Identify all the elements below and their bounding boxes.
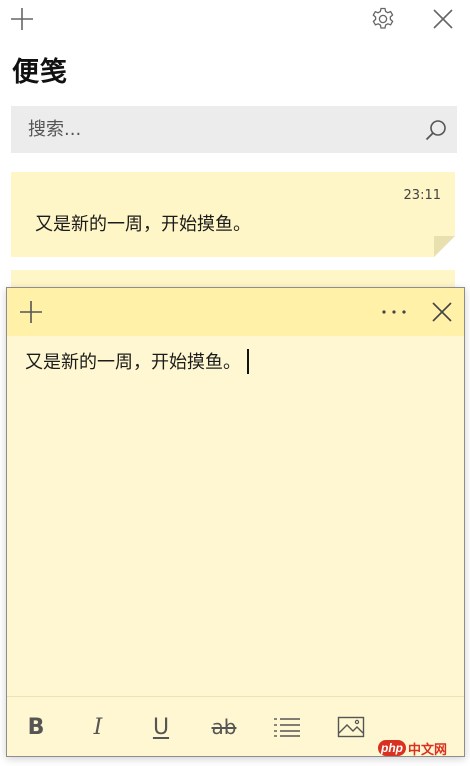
underline-button[interactable]: U bbox=[143, 709, 179, 745]
note-preview-text: 又是新的一周，开始摸鱼。 bbox=[35, 214, 251, 235]
gear-icon bbox=[372, 7, 394, 29]
close-icon bbox=[432, 302, 452, 322]
note-editor-window: 又是新的一周，开始摸鱼。 B I U ab bbox=[6, 287, 465, 757]
more-horizontal-icon bbox=[382, 310, 406, 314]
bullet-list-button[interactable] bbox=[269, 709, 305, 745]
plus-icon bbox=[11, 8, 33, 30]
search-button[interactable] bbox=[419, 113, 453, 147]
new-note-button[interactable] bbox=[6, 3, 38, 35]
note-menu-button[interactable] bbox=[377, 296, 411, 328]
watermark-site-text: 中文网 bbox=[408, 742, 448, 758]
note-new-button[interactable] bbox=[15, 296, 47, 328]
italic-button[interactable]: I bbox=[80, 709, 116, 745]
note-close-button[interactable] bbox=[425, 296, 459, 328]
strikethrough-button[interactable]: ab bbox=[206, 709, 242, 745]
settings-button[interactable] bbox=[366, 3, 400, 35]
bullet-list-icon bbox=[274, 718, 300, 737]
note-title-bar bbox=[7, 288, 464, 336]
watermark-logo: php bbox=[378, 740, 406, 756]
close-list-button[interactable] bbox=[426, 3, 460, 35]
image-icon bbox=[337, 716, 365, 738]
note-content-text: 又是新的一周，开始摸鱼。 bbox=[25, 352, 241, 373]
app-title: 便笺 bbox=[12, 57, 68, 88]
text-caret bbox=[247, 348, 249, 374]
search-input[interactable] bbox=[11, 106, 411, 153]
watermark: php 中文网 bbox=[378, 735, 466, 761]
bold-button[interactable]: B bbox=[18, 709, 54, 745]
insert-image-button[interactable] bbox=[333, 709, 369, 745]
close-icon bbox=[433, 9, 453, 29]
note-text-area[interactable]: 又是新的一周，开始摸鱼。 bbox=[25, 348, 445, 376]
list-title-bar bbox=[0, 0, 470, 38]
note-card[interactable]: 23:11 又是新的一周，开始摸鱼。 bbox=[11, 172, 455, 257]
plus-icon bbox=[20, 301, 42, 323]
search-box bbox=[11, 106, 457, 153]
search-icon bbox=[425, 120, 446, 141]
note-timestamp: 23:11 bbox=[403, 188, 441, 203]
page-fold-icon bbox=[434, 236, 455, 257]
